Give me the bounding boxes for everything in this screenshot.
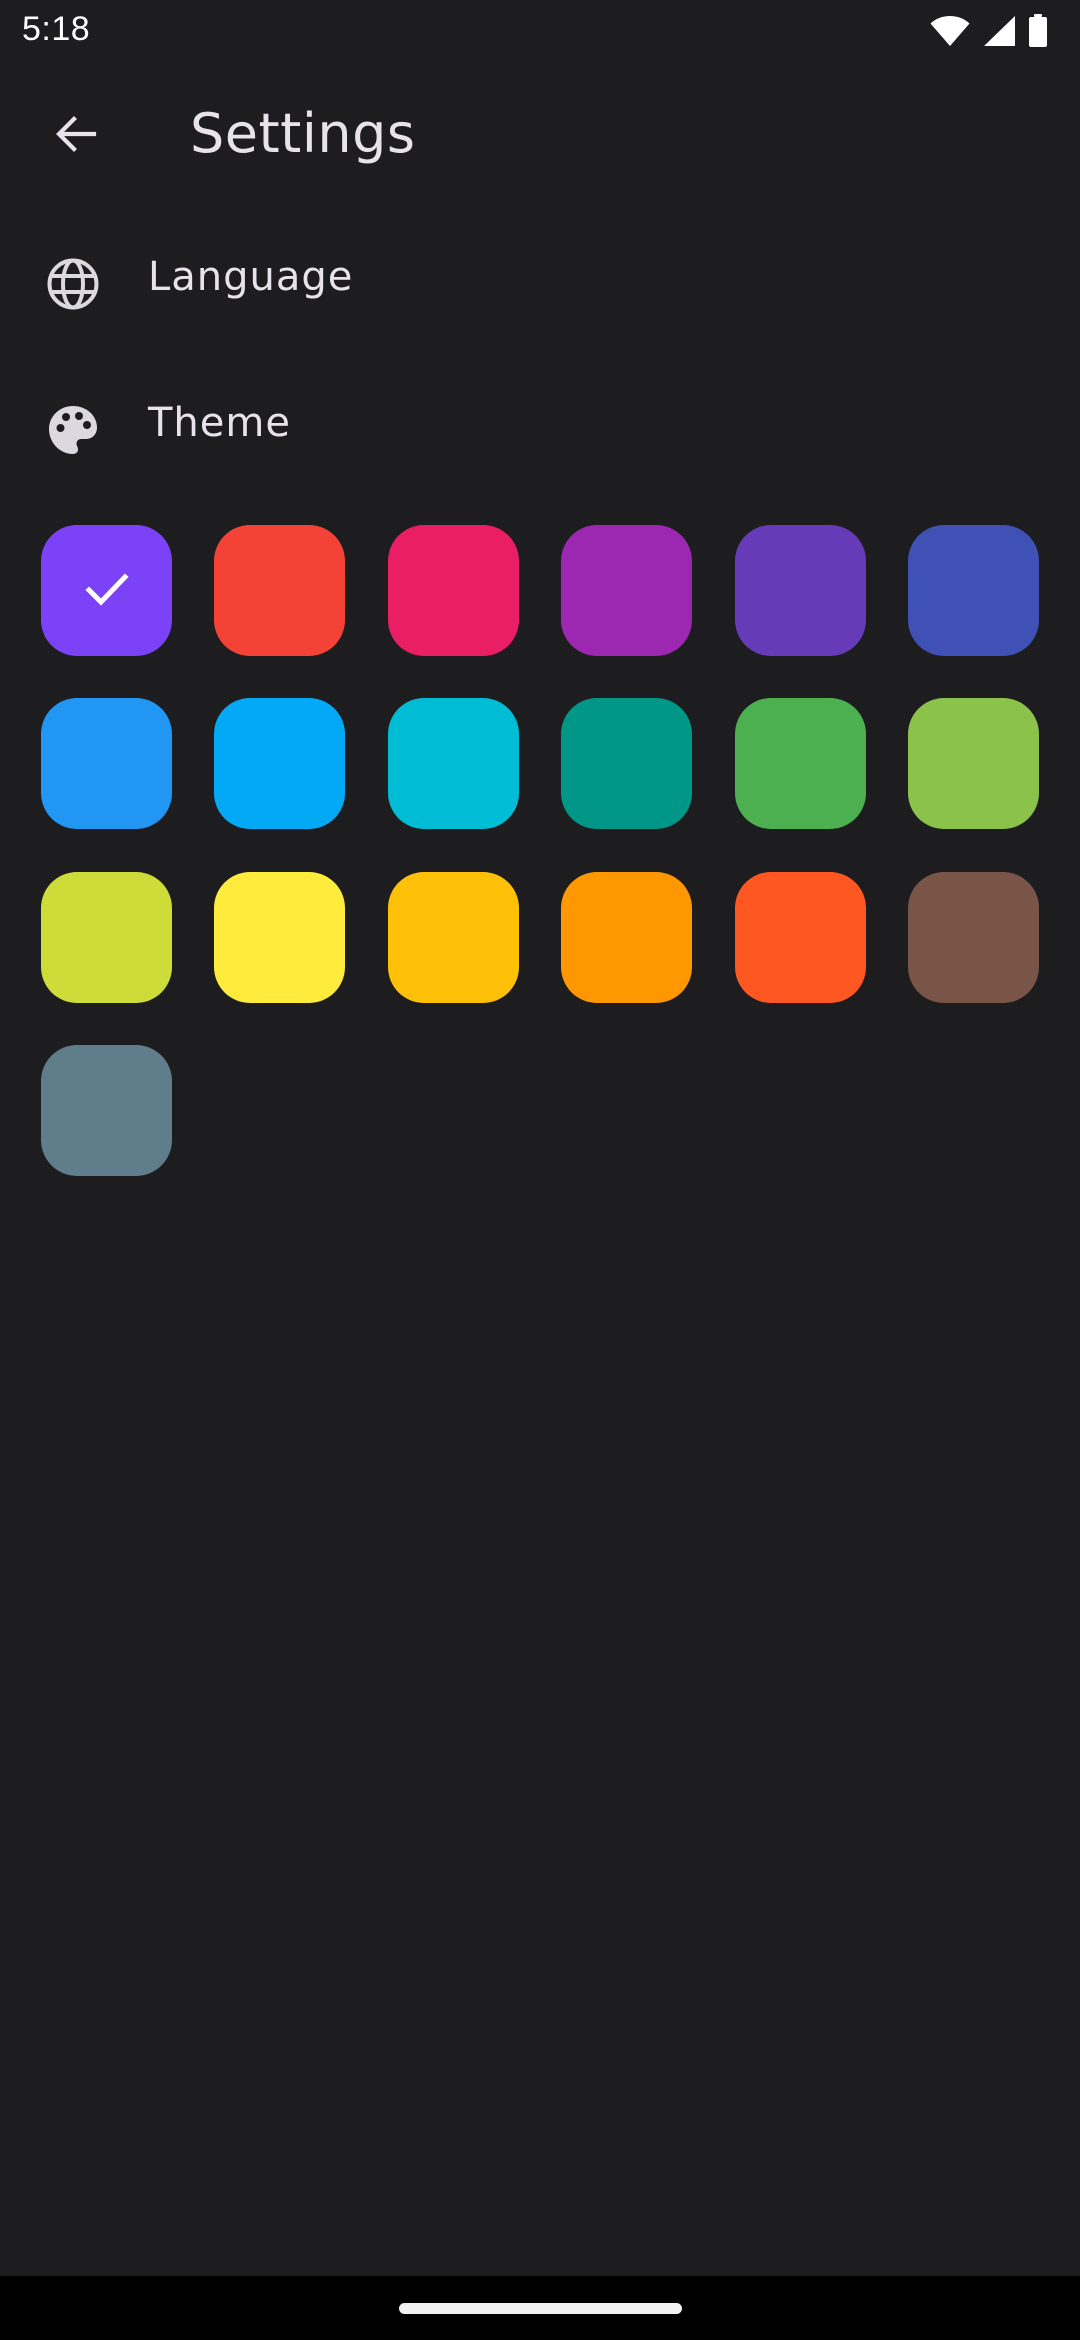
status-time: 5:18 (22, 10, 91, 48)
back-button[interactable] (36, 96, 116, 176)
color-swatch-pink[interactable] (387, 525, 519, 656)
color-swatch-light-green[interactable] (908, 698, 1039, 830)
globe-icon (46, 257, 100, 311)
color-swatch-blue-grey[interactable] (41, 1045, 172, 1177)
color-swatch-light-blue[interactable] (214, 698, 346, 830)
color-swatch-deep-purple[interactable] (734, 525, 866, 656)
color-swatch-yellow[interactable] (214, 871, 346, 1003)
color-swatch-blue[interactable] (41, 698, 172, 830)
color-swatch-cyan[interactable] (387, 698, 519, 830)
cellular-signal-icon (982, 15, 1016, 47)
status-bar: 5:18 (0, 0, 1080, 64)
color-swatch-lime[interactable] (41, 871, 172, 1003)
color-swatch-indigo[interactable] (908, 525, 1039, 656)
color-swatch-purple[interactable] (561, 525, 693, 656)
status-icons (930, 14, 1048, 48)
palette-icon (46, 403, 100, 457)
language-label: Language (148, 254, 354, 300)
navigation-bar (0, 2276, 1080, 2340)
arrow-left-icon (52, 110, 100, 162)
wifi-icon (930, 15, 970, 47)
color-swatch-brown[interactable] (908, 871, 1039, 1003)
color-swatch-deep-violet[interactable] (41, 525, 172, 656)
color-swatch-deep-orange[interactable] (734, 871, 866, 1003)
theme-label: Theme (148, 400, 291, 446)
battery-icon (1028, 14, 1048, 48)
settings-screen: 5:18 Settings Language Theme (0, 0, 1080, 2340)
page-title: Settings (190, 102, 416, 165)
top-app-bar: Settings (0, 72, 1080, 200)
color-swatch-orange[interactable] (561, 871, 693, 1003)
check-icon (79, 561, 135, 621)
color-swatch-green[interactable] (734, 698, 866, 830)
color-swatch-red[interactable] (214, 525, 346, 656)
theme-setting-row: Theme (0, 356, 1080, 502)
color-swatch-teal[interactable] (561, 698, 693, 830)
gesture-handle[interactable] (399, 2303, 682, 2314)
color-swatch-amber[interactable] (387, 871, 519, 1003)
language-setting-row[interactable]: Language (0, 210, 1080, 356)
